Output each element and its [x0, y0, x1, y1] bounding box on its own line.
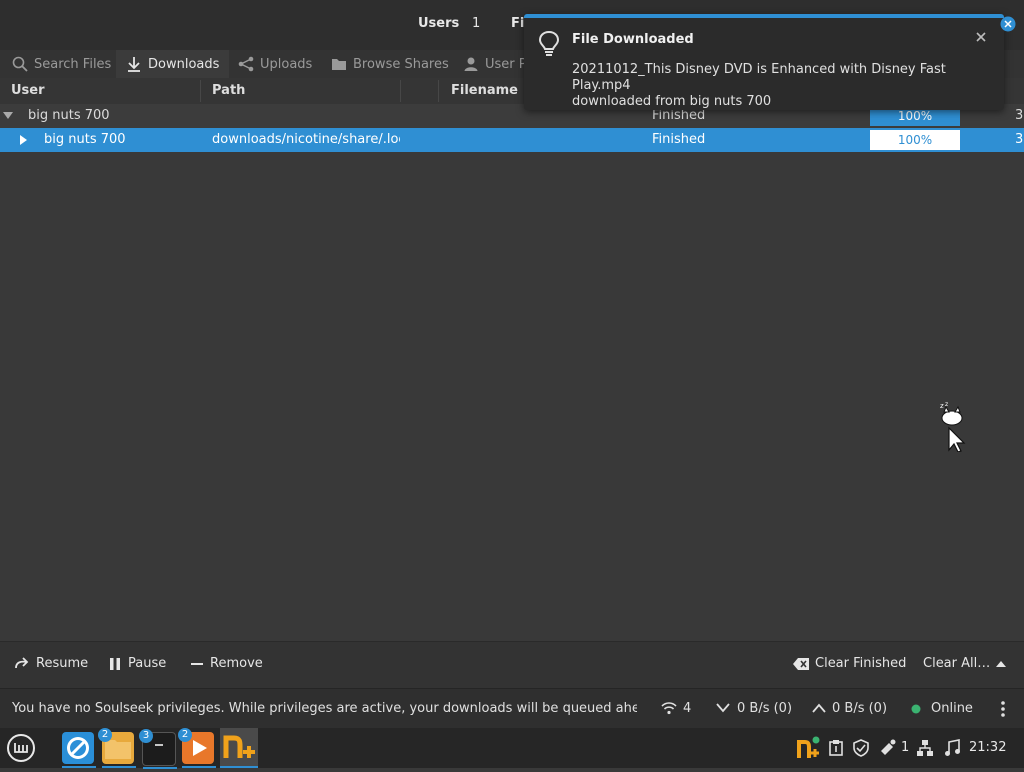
clear-all-label: Clear All…	[923, 656, 991, 671]
user-icon	[464, 57, 478, 71]
column-separator[interactable]	[400, 80, 401, 102]
transfer-toolbar: Resume Pause Remove Clear Finished Clear…	[0, 641, 1024, 688]
clock[interactable]: 21:32	[969, 740, 1006, 755]
connection-count[interactable]: 4	[683, 701, 691, 716]
pause-button[interactable]: Pause	[108, 656, 166, 671]
mint-menu-icon[interactable]	[6, 733, 36, 763]
web-browser-app-icon[interactable]	[62, 732, 96, 768]
minus-icon	[191, 662, 203, 665]
window-count-badge: 2	[98, 728, 112, 742]
nicotine-plus-icon	[223, 735, 255, 758]
system-taskbar: 2 3 2 1 21:32	[0, 728, 1024, 769]
tab-user-profiles-label: User P	[485, 56, 527, 72]
online-status-dot-icon	[911, 704, 921, 714]
svg-text:z: z	[945, 401, 948, 408]
expander-right-icon[interactable]	[20, 135, 28, 145]
progress-bar: 100%	[870, 130, 960, 150]
more-menu-icon[interactable]	[1000, 701, 1006, 717]
notification-corner-close-icon[interactable]	[1000, 16, 1016, 32]
tab-browse-shares-label: Browse Shares	[353, 56, 449, 72]
clipboard-icon[interactable]	[829, 740, 843, 756]
redo-icon	[15, 656, 29, 668]
tab-downloads[interactable]: Downloads	[116, 50, 230, 78]
row-path: downloads/nicotine/share/.loca	[212, 132, 400, 147]
music-note-icon[interactable]	[944, 739, 960, 757]
clear-icon	[793, 657, 809, 670]
network-icon[interactable]	[916, 739, 934, 757]
row-extra: 3	[1015, 132, 1024, 147]
terminal-app-icon[interactable]: 3	[139, 729, 177, 769]
users-count: 1	[472, 16, 481, 31]
online-status[interactable]: Online	[931, 701, 973, 716]
column-user[interactable]: User	[11, 83, 45, 98]
remove-label: Remove	[210, 656, 263, 671]
nicotine-app-icon[interactable]	[220, 728, 258, 768]
window-count-badge: 3	[139, 729, 153, 743]
column-separator[interactable]	[438, 80, 439, 102]
remove-button[interactable]: Remove	[190, 656, 263, 671]
row-extra: 3	[1015, 108, 1024, 123]
pause-icon	[110, 657, 120, 670]
resume-label: Resume	[36, 656, 89, 671]
row-user: big nuts 700	[28, 108, 110, 123]
chevron-up-icon	[996, 660, 1007, 667]
notification-popup[interactable]: File Downloaded 20211012_This Disney DVD…	[524, 14, 1004, 110]
status-message[interactable]: You have no Soulseek privileges. While p…	[12, 701, 637, 716]
tab-uploads-label: Uploads	[260, 56, 313, 72]
table-row-selected[interactable]: big nuts 700 downloads/nicotine/share/.l…	[0, 128, 1024, 152]
tab-downloads-label: Downloads	[148, 56, 220, 72]
share-icon	[238, 56, 254, 72]
pause-label: Pause	[128, 656, 167, 671]
download-speed[interactable]: 0 B/s (0)	[737, 701, 792, 716]
status-bar: You have no Soulseek privileges. While p…	[0, 688, 1024, 729]
tab-search-files[interactable]: Search Files	[12, 50, 111, 78]
tab-browse-shares[interactable]: Browse Shares	[331, 50, 449, 78]
bird-icon	[67, 737, 89, 759]
row-user: big nuts 700	[44, 132, 126, 147]
clear-finished-button[interactable]: Clear Finished	[793, 656, 906, 671]
svg-text:z: z	[940, 402, 944, 410]
notification-body: 20211012_This Disney DVD is Enhanced wit…	[572, 62, 992, 110]
upload-speed[interactable]: 0 B/s (0)	[832, 701, 887, 716]
file-manager-app-icon[interactable]: 2	[98, 728, 136, 768]
notifications-count[interactable]: 1	[901, 740, 909, 755]
row-status: Finished	[652, 108, 706, 123]
clear-finished-label: Clear Finished	[815, 656, 907, 671]
clear-all-menu-button[interactable]: Clear All…	[923, 656, 1007, 671]
notification-filename: 20211012_This Disney DVD is Enhanced wit…	[572, 62, 946, 93]
media-player-app-icon[interactable]: 2	[178, 728, 216, 768]
column-separator[interactable]	[200, 80, 201, 102]
download-icon	[128, 57, 140, 72]
search-icon	[12, 56, 28, 72]
window-count-badge: 2	[178, 728, 192, 742]
close-icon[interactable]	[976, 32, 986, 42]
mouse-cursor-icon: z z	[940, 401, 966, 452]
lightbulb-icon	[538, 30, 560, 56]
folder-icon	[332, 59, 346, 70]
column-path[interactable]: Path	[212, 83, 245, 98]
wifi-icon	[661, 702, 677, 715]
resume-button[interactable]: Resume	[14, 656, 88, 671]
notifications-icon[interactable]	[879, 739, 897, 757]
tab-search-files-label: Search Files	[34, 56, 112, 72]
tab-uploads[interactable]: Uploads	[238, 50, 312, 78]
notification-source: downloaded from big nuts 700	[572, 94, 772, 109]
active-app-indicator	[143, 767, 177, 769]
row-status: Finished	[652, 132, 706, 147]
expander-down-icon[interactable]	[3, 112, 13, 120]
tab-user-profiles[interactable]: User P	[463, 50, 527, 78]
column-filename[interactable]: Filename	[451, 83, 518, 98]
notification-title: File Downloaded	[572, 32, 694, 47]
upload-speed-icon	[812, 703, 826, 713]
users-label[interactable]: Users	[418, 16, 459, 31]
download-speed-icon	[716, 703, 730, 713]
nicotine-tray-icon[interactable]	[796, 736, 822, 760]
shield-icon[interactable]	[852, 739, 870, 757]
